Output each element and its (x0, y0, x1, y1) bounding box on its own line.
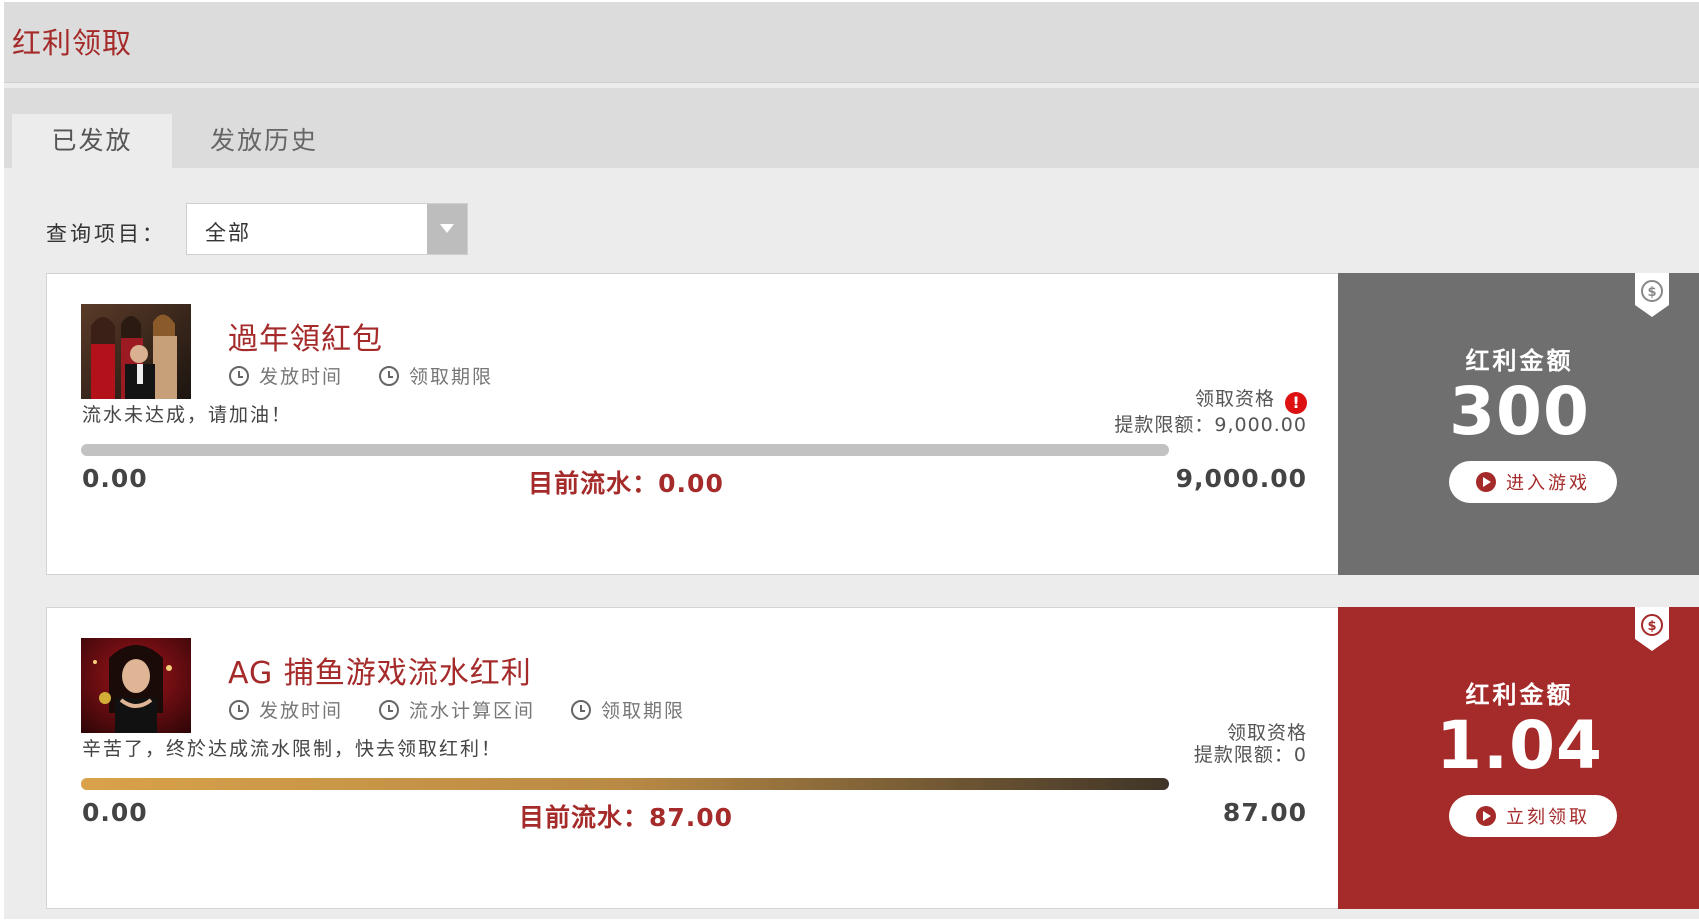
meta-issue-time[interactable]: 发放时间 (229, 362, 343, 389)
page-title: 红利领取 (12, 26, 133, 60)
filter-label: 查询项目： (46, 222, 166, 246)
bonus-amount-panel: $ 红利金额 1.04 立刻领取 (1338, 607, 1699, 909)
bonus-meta: 发放时间 领取期限 (229, 362, 493, 389)
progress-min: 0.00 (82, 798, 148, 827)
clock-icon (379, 365, 400, 386)
bonus-message: 辛苦了，终於达成流水限制，快去领取红利！ (82, 738, 503, 760)
meta-issue-time[interactable]: 发放时间 (229, 696, 343, 723)
tab-bar: 已发放 发放历史 (4, 88, 1699, 168)
meta-claim-deadline[interactable]: 领取期限 (571, 696, 685, 723)
header-bar: 红利领取 (4, 2, 1699, 83)
meta-label: 发放时间 (259, 366, 344, 388)
withdraw-limit: 提款限额：9,000.00 (1114, 414, 1307, 436)
clock-icon (379, 699, 400, 720)
button-label: 立刻领取 (1506, 807, 1590, 828)
meta-label: 领取期限 (409, 366, 494, 388)
withdraw-limit: 提款限额：0 (1193, 744, 1307, 766)
bonus-card: 過年領紅包 发放时间 领取期限 流水未达成，请加油！ 领取资格! 提款限额：9,… (46, 273, 1699, 575)
progress-bar (81, 778, 1169, 790)
clock-icon (229, 365, 249, 386)
filter-select-value: 全部 (205, 221, 251, 245)
dollar-icon: $ (1635, 607, 1669, 651)
exclamation-circle-icon[interactable]: ! (1285, 392, 1307, 414)
bonus-thumbnail (81, 638, 191, 733)
meta-label: 领取期限 (601, 700, 686, 722)
meta-label: 发放时间 (259, 700, 344, 722)
play-icon (1476, 806, 1496, 826)
progress-fill (81, 778, 1169, 790)
svg-text:$: $ (1647, 285, 1656, 300)
bonus-message: 流水未达成，请加油！ (82, 404, 293, 426)
meta-turnover-period[interactable]: 流水计算区间 (379, 696, 535, 723)
bonus-title: AG 捕鱼游戏流水红利 (228, 656, 532, 691)
bonus-amount-label: 红利金额 (1465, 681, 1574, 709)
progress-max: 9,000.00 (1175, 464, 1307, 493)
bonus-amount-label: 红利金额 (1465, 347, 1574, 375)
bonus-thumbnail (81, 304, 191, 399)
bonus-card: AG 捕鱼游戏流水红利 发放时间 流水计算区间 领取期限 辛苦了，终於达成流水限… (46, 607, 1699, 909)
meta-claim-deadline[interactable]: 领取期限 (379, 362, 493, 389)
claim-now-button[interactable]: 立刻领取 (1449, 795, 1617, 837)
dollar-icon: $ (1635, 273, 1669, 317)
bonus-meta: 发放时间 流水计算区间 领取期限 (229, 696, 685, 723)
tab-issued[interactable]: 已发放 (12, 114, 172, 168)
current-turnover: 目前流水：0.00 (528, 469, 724, 498)
bonus-amount-panel: $ 红利金额 300 进入游戏 (1338, 273, 1699, 575)
eligibility-info: 领取资格 提款限额：0 (1194, 722, 1307, 766)
svg-text:$: $ (1647, 619, 1656, 634)
clock-icon (571, 699, 592, 720)
chevron-down-icon[interactable] (427, 204, 467, 254)
progress-bar (81, 444, 1169, 456)
bonus-title: 過年領紅包 (228, 322, 383, 357)
play-icon (1476, 472, 1496, 492)
eligibility-label: 领取资格 (1226, 722, 1307, 744)
bonus-amount: 300 (1449, 373, 1590, 450)
meta-label: 流水计算区间 (409, 700, 536, 722)
filter-select[interactable]: 全部 (186, 203, 468, 255)
clock-icon (229, 699, 249, 720)
enter-game-button[interactable]: 进入游戏 (1449, 461, 1617, 503)
progress-min: 0.00 (82, 464, 148, 493)
tab-history[interactable]: 发放历史 (184, 114, 344, 168)
page-container: 红利领取 已发放 发放历史 查询项目： 全部 過年領紅包 发放时间 领取期限 流… (4, 2, 1699, 919)
eligibility-info: 领取资格! 提款限额：9,000.00 (1114, 388, 1307, 436)
eligibility-label: 领取资格 (1194, 388, 1275, 410)
current-turnover: 目前流水：87.00 (518, 803, 734, 832)
bonus-amount: 1.04 (1436, 707, 1603, 784)
progress-max: 87.00 (1222, 798, 1307, 827)
button-label: 进入游戏 (1506, 473, 1590, 494)
